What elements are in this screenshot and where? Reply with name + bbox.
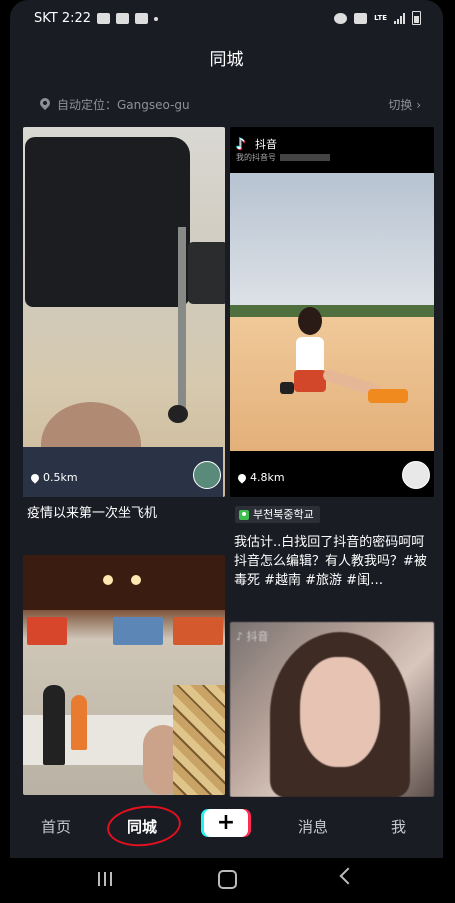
location-pin-icon	[37, 95, 53, 111]
poi-pin-icon	[239, 509, 249, 520]
auto-location-label: 自动定位：Gangseo-gu	[57, 98, 190, 112]
system-nav-bar	[0, 858, 455, 903]
switch-label: 切换	[388, 98, 413, 112]
page-title: 同城	[209, 50, 244, 70]
face	[300, 657, 380, 767]
more-notifications-icon	[154, 16, 159, 21]
person-head	[298, 307, 322, 335]
author-avatar[interactable]	[402, 461, 430, 489]
tiktok-logo-icon: ♪	[236, 135, 246, 153]
watermark-logo: ♪ 抖音	[236, 628, 269, 644]
signal-icon	[394, 12, 405, 24]
watermark-id-label: 我的抖音号	[236, 153, 276, 162]
author-avatar[interactable]	[193, 461, 221, 489]
switch-location-button[interactable]: 切换 ›	[388, 96, 421, 113]
distance-label: 0.5km	[29, 471, 78, 484]
network-type: LTE	[374, 13, 387, 22]
blurred-id	[280, 154, 330, 161]
person-skirt	[294, 370, 326, 392]
message-notification-icon	[97, 13, 111, 24]
back-icon[interactable]	[339, 867, 357, 885]
tab-me[interactable]: 我	[391, 816, 406, 837]
video-caption-1[interactable]: 疫情以来第一次坐飞机	[27, 504, 227, 523]
app-screen: SKT 2:22 LTE 同城 自动定位：Gangseo-gu 切换 › 0.5…	[10, 0, 443, 858]
traveler	[43, 685, 65, 765]
check-in-screen	[27, 617, 67, 645]
chair-back	[25, 137, 190, 307]
distance-label: 4.8km	[236, 471, 285, 484]
video-caption-2[interactable]: 我估计..白找回了抖音的密码呵呵 抖音怎么编辑？有人教我吗？#被毒死 #越南 #…	[234, 533, 436, 590]
location-pin-icon	[29, 471, 41, 484]
phone: SKT 2:22 LTE 同城 自动定位：Gangseo-gu 切换 › 0.5…	[0, 0, 455, 903]
tab-home[interactable]: 首页	[41, 816, 71, 837]
battery-icon	[412, 11, 421, 25]
video-card-4[interactable]: ♪ 抖音	[230, 622, 434, 797]
tiktok-logo-icon: ♪	[236, 630, 244, 643]
ceiling-light	[103, 575, 113, 585]
ceiling-light	[131, 575, 141, 585]
watermark-bar: ♪ 抖音 我的抖音号	[230, 127, 434, 173]
chair-foot	[168, 405, 188, 423]
watermark-app-name: 抖音	[246, 630, 269, 643]
watermark-app-name: 抖音	[255, 138, 277, 151]
person-boots	[368, 389, 408, 403]
distance-value: 0.5km	[43, 471, 78, 484]
carrier-time: SKT 2:22	[34, 11, 92, 26]
bottom-tab-bar: 首页 同城 + 消息 我	[10, 797, 443, 858]
video-card-2[interactable]: ♪ 抖音 我的抖音号 4.8km	[230, 127, 434, 497]
watermark-user-id: 我的抖音号	[236, 152, 330, 163]
ceiling	[23, 555, 225, 610]
create-video-button[interactable]: +	[204, 809, 248, 837]
status-bar: SKT 2:22 LTE	[10, 0, 443, 38]
poi-name: 부천북중학교	[253, 508, 314, 521]
sand-dune	[230, 317, 434, 451]
annotation-circle	[105, 802, 183, 850]
tab-messages[interactable]: 消息	[298, 816, 328, 837]
video-card-3[interactable]	[23, 555, 225, 795]
sky	[230, 173, 434, 313]
alarm-icon	[334, 12, 348, 24]
home-icon[interactable]	[218, 870, 237, 889]
plus-icon: +	[216, 810, 236, 835]
location-pin-icon	[236, 471, 248, 484]
chair-frame	[178, 227, 186, 412]
chat-notification-icon	[135, 13, 149, 24]
mute-icon	[354, 12, 368, 24]
traveler	[71, 695, 87, 750]
distance-value: 4.8km	[250, 471, 285, 484]
recent-apps-icon[interactable]	[98, 872, 116, 886]
gallery-notification-icon	[116, 13, 130, 24]
location-bar: 自动定位：Gangseo-gu 切换 ›	[37, 95, 421, 116]
check-in-screen	[113, 617, 163, 645]
person-bag	[280, 382, 294, 394]
chair-arm	[188, 242, 225, 304]
poi-badge[interactable]: 부천북중학교	[235, 506, 320, 523]
check-in-screen	[173, 617, 223, 645]
video-card-1[interactable]: 0.5km	[23, 127, 225, 497]
plaid-shirt	[173, 685, 225, 795]
